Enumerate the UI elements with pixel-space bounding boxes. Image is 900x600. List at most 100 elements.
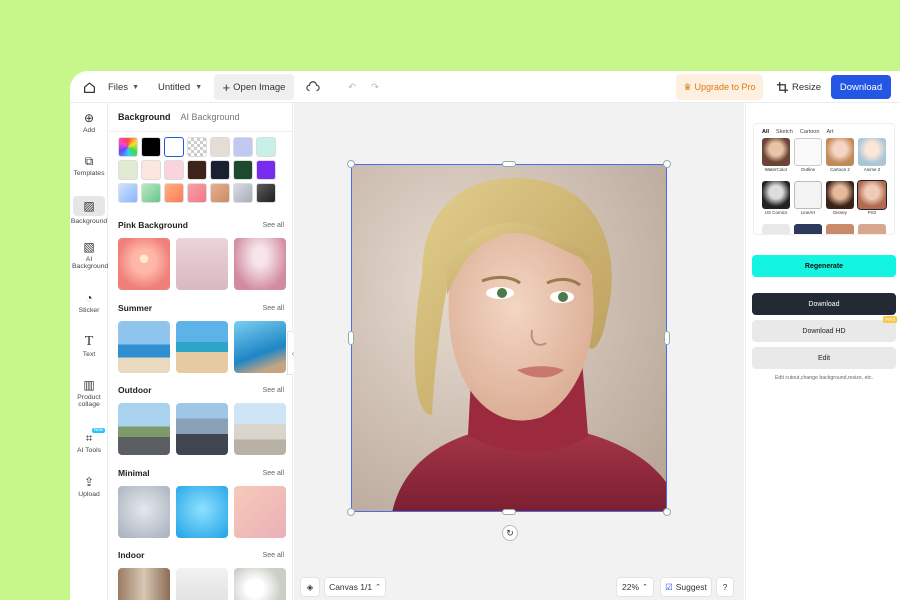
rail-item-ai-tools[interactable]: ⌗ New AI Tools <box>70 427 108 454</box>
see-all-link[interactable]: See all <box>263 552 284 559</box>
background-thumbnail-pool[interactable] <box>234 321 286 373</box>
open-image-button[interactable]: + Open Image <box>214 74 294 100</box>
color-swatch[interactable] <box>141 160 161 180</box>
background-thumbnail[interactable] <box>176 568 228 600</box>
canvas-page-selector[interactable]: Canvas 1/1 ⌃ <box>324 577 386 597</box>
resize-handle-bottom-right[interactable] <box>663 508 671 516</box>
style-tab-art[interactable]: Art <box>826 129 833 135</box>
panel-download-button[interactable]: Download <box>752 293 896 315</box>
style-option-cartoon-2[interactable]: Cartoon 2 <box>826 138 854 172</box>
style-option-us-comics[interactable]: US Comics <box>762 181 790 215</box>
color-swatch-gradient[interactable] <box>256 183 276 203</box>
zoom-selector[interactable]: 22% ⌃ <box>616 577 654 597</box>
background-thumbnail[interactable] <box>118 568 170 600</box>
undo-button[interactable]: ↶ <box>345 74 359 100</box>
layers-button[interactable]: ◈ <box>300 577 320 597</box>
download-hd-button[interactable]: Download HD PRO <box>752 316 897 342</box>
background-thumbnail[interactable] <box>176 238 228 290</box>
style-option-lineart[interactable]: LineArt <box>794 181 822 215</box>
color-swatch[interactable] <box>233 160 253 180</box>
color-swatch[interactable] <box>256 137 276 157</box>
style-label: Anime 2 <box>863 167 881 172</box>
tab-background[interactable]: Background <box>118 112 171 122</box>
help-button[interactable]: ? <box>716 577 734 597</box>
style-option-watercolor[interactable]: WaterColor <box>762 138 790 172</box>
resize-handle-bottom[interactable] <box>502 509 516 515</box>
style-option-anime-2[interactable]: Anime 2 <box>858 138 886 172</box>
color-swatch-gradient[interactable] <box>210 183 230 203</box>
rail-item-product-collage[interactable]: ▥ Product collage <box>70 378 108 408</box>
resize-handle-top-left[interactable] <box>347 160 355 168</box>
resize-handle-left[interactable] <box>348 331 354 345</box>
rail-item-templates[interactable]: ⧉ Templates <box>70 154 108 177</box>
color-swatch[interactable] <box>118 160 138 180</box>
background-thumbnail-road[interactable] <box>118 403 170 455</box>
background-thumbnail-beach[interactable] <box>176 321 228 373</box>
color-swatch[interactable] <box>141 137 161 157</box>
color-swatch-transparent[interactable] <box>187 137 207 157</box>
color-swatch[interactable] <box>233 137 253 157</box>
color-swatch-gradient[interactable] <box>118 183 138 203</box>
resize-handle-right[interactable] <box>664 331 670 345</box>
resize-handle-top[interactable] <box>502 161 516 167</box>
style-tab-cartoon[interactable]: Cartoon <box>800 129 820 135</box>
rail-item-upload[interactable]: ⇪ Upload <box>70 475 108 498</box>
color-swatch-selected[interactable] <box>164 137 184 157</box>
style-tab-sketch[interactable]: Sketch <box>776 129 793 135</box>
color-swatch[interactable] <box>210 160 230 180</box>
color-swatch-gradient[interactable] <box>187 183 207 203</box>
style-option-outline[interactable]: Outline <box>794 138 822 172</box>
redo-button[interactable]: ↷ <box>368 74 382 100</box>
rail-item-sticker[interactable]: ◔ Sticker <box>70 291 108 314</box>
cloud-save-button[interactable] <box>305 74 321 100</box>
crop-icon <box>777 81 788 93</box>
rotate-handle[interactable]: ↻ <box>502 525 518 541</box>
files-menu[interactable]: Files ▼ <box>108 74 139 100</box>
background-thumbnail-terrace[interactable] <box>234 403 286 455</box>
style-option[interactable] <box>826 224 854 234</box>
background-thumbnail-city[interactable] <box>176 403 228 455</box>
rail-item-text[interactable]: T Text <box>70 334 108 358</box>
color-swatch-gradient[interactable] <box>233 183 253 203</box>
panel-tabs: Background AI Background <box>118 112 240 122</box>
download-button[interactable]: Download <box>831 75 891 99</box>
resize-handle-top-right[interactable] <box>663 160 671 168</box>
suggest-button[interactable]: ☑ Suggest <box>660 577 712 597</box>
rail-item-ai-background[interactable]: ▧ AI Background <box>70 240 108 270</box>
edit-button[interactable]: Edit <box>752 347 896 369</box>
style-option-disney[interactable]: Disney <box>826 181 854 215</box>
background-thumbnail[interactable] <box>176 486 228 538</box>
color-swatch-gradient[interactable] <box>141 183 161 203</box>
color-swatch-gradient[interactable] <box>164 183 184 203</box>
style-option-ps2-selected[interactable]: PS2 <box>857 180 887 215</box>
background-thumbnail[interactable] <box>234 486 286 538</box>
background-thumbnail-beach[interactable] <box>118 321 170 373</box>
see-all-link[interactable]: See all <box>263 305 284 312</box>
color-swatch[interactable] <box>164 160 184 180</box>
canvas-artboard[interactable] <box>351 164 667 512</box>
resize-button[interactable]: Resize <box>777 74 821 100</box>
tab-ai-background[interactable]: AI Background <box>181 112 240 122</box>
resize-handle-bottom-left[interactable] <box>347 508 355 516</box>
style-tab-all[interactable]: All <box>762 129 769 135</box>
document-name-menu[interactable]: Untitled ▼ <box>158 74 202 100</box>
background-thumbnail[interactable] <box>234 238 286 290</box>
style-option[interactable] <box>794 224 822 234</box>
background-thumbnail[interactable] <box>118 486 170 538</box>
rail-item-add[interactable]: ⊕ Add <box>70 111 108 134</box>
upgrade-to-pro-button[interactable]: ♛ Upgrade to Pro <box>676 74 763 100</box>
see-all-link[interactable]: See all <box>263 222 284 229</box>
see-all-link[interactable]: See all <box>263 387 284 394</box>
home-button[interactable] <box>78 74 100 100</box>
see-all-link[interactable]: See all <box>263 470 284 477</box>
rail-item-background[interactable]: ▨ Background <box>70 196 108 225</box>
regenerate-button[interactable]: Regenerate <box>752 255 896 277</box>
background-thumbnail-heart[interactable] <box>118 238 170 290</box>
style-option[interactable] <box>762 224 790 234</box>
color-swatch[interactable] <box>187 160 207 180</box>
color-swatch[interactable] <box>256 160 276 180</box>
color-swatch[interactable] <box>210 137 230 157</box>
color-swatch-gradient[interactable] <box>118 137 138 157</box>
background-thumbnail[interactable] <box>234 568 286 600</box>
style-option[interactable] <box>858 224 886 234</box>
